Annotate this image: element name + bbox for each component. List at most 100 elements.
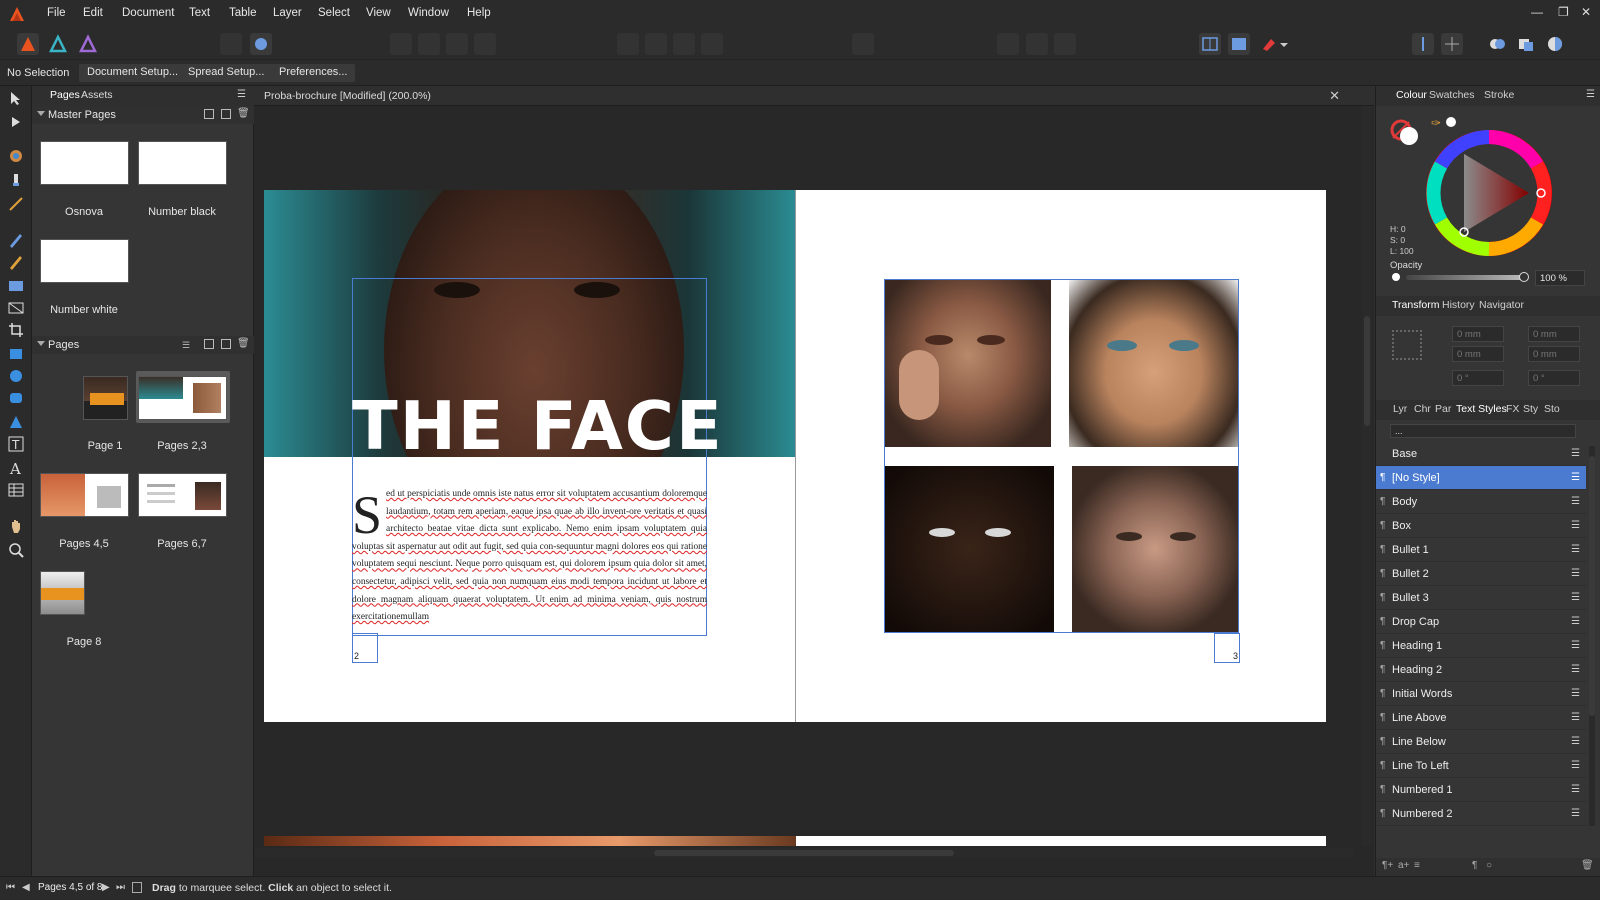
close-window-icon[interactable]: ✕ — [1581, 5, 1591, 19]
page-number-frame-left[interactable]: 2 — [352, 633, 378, 663]
boolean-subtract-icon[interactable] — [1515, 33, 1537, 55]
fill-stroke-swatch[interactable] — [1389, 116, 1423, 150]
style-row[interactable]: ¶ Heading 1 ☰ — [1376, 634, 1586, 658]
style-row[interactable]: ¶ Numbered 1 ☰ — [1376, 778, 1586, 802]
tab-fx[interactable]: FX — [1506, 403, 1519, 415]
opacity-slider[interactable] — [1406, 275, 1524, 280]
menu-table[interactable]: Table — [229, 7, 257, 19]
tab-transform[interactable]: Transform — [1392, 299, 1439, 311]
style-menu-icon[interactable]: ☰ — [1571, 544, 1580, 555]
style-row[interactable]: Base ☰ — [1376, 442, 1586, 466]
designer-persona-icon[interactable] — [47, 33, 69, 55]
page-thumb[interactable] — [40, 571, 85, 615]
style-row[interactable]: ¶ Bullet 1 ☰ — [1376, 538, 1586, 562]
menu-view[interactable]: View — [366, 7, 391, 19]
tab-paragraph[interactable]: Par — [1435, 403, 1451, 415]
arrange-back-icon[interactable] — [390, 33, 412, 55]
duplicate-master-icon[interactable] — [221, 109, 231, 119]
style-menu-icon[interactable]: ☰ — [1571, 688, 1580, 699]
menu-document[interactable]: Document — [122, 7, 174, 19]
zoom-tool-icon[interactable] — [8, 542, 24, 558]
preflight-icon[interactable] — [250, 33, 272, 55]
table-tool-icon[interactable] — [8, 482, 24, 498]
frame-text-tool-icon[interactable]: T — [8, 436, 24, 452]
last-page-icon[interactable]: ⏭ — [116, 882, 125, 893]
portrait-freckles[interactable] — [885, 280, 1051, 447]
opacity-value-field[interactable]: 100 % — [1535, 270, 1585, 286]
horizontal-scrollbar[interactable] — [254, 848, 1354, 858]
style-menu-icon[interactable]: ☰ — [1571, 784, 1580, 795]
clear-style-icon[interactable]: ○ — [1486, 860, 1492, 871]
boolean-intersect-icon[interactable] — [1544, 33, 1566, 55]
align-center-icon[interactable] — [645, 33, 667, 55]
pages-section-header[interactable]: Pages ☰ 🗑 — [32, 336, 254, 354]
tab-character[interactable]: Chr — [1414, 403, 1431, 415]
document-tab[interactable]: Proba-brochure [Modified] (200.0%) ✕ — [254, 86, 1374, 106]
style-menu-icon[interactable]: ☰ — [1571, 496, 1580, 507]
menu-file[interactable]: File — [47, 7, 66, 19]
tab-stock[interactable]: Sto — [1544, 403, 1560, 415]
master-page-thumb[interactable] — [40, 239, 129, 283]
align-top-icon[interactable] — [701, 33, 723, 55]
page-options-icon[interactable] — [132, 882, 142, 893]
menu-window[interactable]: Window — [408, 7, 449, 19]
opacity-slider-handle[interactable] — [1519, 272, 1529, 282]
apply-style-icon[interactable]: ¶ — [1472, 860, 1477, 871]
first-page-icon[interactable]: ⏮ — [6, 882, 15, 893]
master-page-thumb[interactable] — [138, 141, 227, 185]
picture-frame-icon[interactable] — [1054, 33, 1076, 55]
tab-styles[interactable]: Sty — [1523, 403, 1538, 415]
collapse-triangle-icon[interactable] — [37, 111, 45, 116]
next-page-icon[interactable]: ▶ — [102, 882, 110, 893]
style-row[interactable]: ¶ Initial Words ☰ — [1376, 682, 1586, 706]
style-list-scroll-thumb[interactable] — [1589, 456, 1595, 716]
place-image-icon[interactable] — [220, 33, 242, 55]
y-position-field[interactable]: 0 mm — [1452, 346, 1504, 362]
vertical-scroll-thumb[interactable] — [1364, 316, 1370, 426]
style-menu-icon[interactable]: ☰ — [1571, 568, 1580, 579]
style-row[interactable]: ¶ Box ☰ — [1376, 514, 1586, 538]
move-tool-icon[interactable] — [8, 90, 24, 106]
page-thumb[interactable] — [83, 376, 128, 420]
rectangle-tool-icon[interactable] — [8, 346, 24, 362]
view-mode-icon[interactable] — [1199, 33, 1221, 55]
frame-tool-icon[interactable] — [8, 300, 24, 316]
crop-tool-icon[interactable] — [8, 322, 24, 338]
page-thumb[interactable] — [138, 376, 227, 420]
new-character-style-icon[interactable]: a+ — [1398, 860, 1409, 871]
panel-menu-icon[interactable]: ☰ — [237, 89, 246, 100]
tab-colour[interactable]: Colour — [1396, 89, 1427, 101]
spread-setup-button[interactable]: Spread Setup... — [180, 64, 273, 82]
portrait-blue-eyes[interactable] — [1069, 280, 1238, 447]
panel-menu-icon[interactable]: ☰ — [1586, 89, 1595, 100]
ellipse-frame-icon[interactable] — [1026, 33, 1048, 55]
body-text-frame[interactable]: S ed ut perspiciatis unde omnis iste nat… — [352, 486, 707, 636]
delete-master-icon[interactable]: 🗑 — [237, 108, 250, 119]
insert-master-icon[interactable] — [204, 109, 214, 119]
arrange-backward-icon[interactable] — [418, 33, 440, 55]
width-field[interactable]: 0 mm — [1528, 326, 1580, 342]
tab-swatches[interactable]: Swatches — [1429, 89, 1475, 101]
vertical-scrollbar[interactable] — [1362, 106, 1372, 846]
menu-text[interactable]: Text — [189, 7, 210, 19]
style-row[interactable]: ¶ Bullet 3 ☰ — [1376, 586, 1586, 610]
close-document-icon[interactable]: ✕ — [1329, 88, 1340, 104]
style-menu-icon[interactable]: ☰ — [1571, 520, 1580, 531]
page-options-icon[interactable]: ☰ — [182, 340, 190, 351]
text-frame-view-icon[interactable] — [1228, 33, 1250, 55]
style-search-field[interactable]: ... — [1390, 424, 1576, 438]
style-row[interactable]: ¶ [No Style] ☰ — [1376, 466, 1586, 490]
page-thumb[interactable] — [40, 473, 129, 517]
frame-icon[interactable] — [997, 33, 1019, 55]
portrait-dark-skin[interactable] — [885, 466, 1054, 632]
portrait-short-hair[interactable] — [1072, 466, 1238, 632]
style-menu-icon[interactable]: ☰ — [1571, 808, 1580, 819]
pencil-tool-icon[interactable] — [8, 254, 24, 270]
style-list-scrollbar[interactable] — [1589, 446, 1595, 826]
master-pages-header[interactable]: Master Pages 🗑 — [32, 106, 254, 124]
style-row[interactable]: ¶ Line To Left ☰ — [1376, 754, 1586, 778]
guides-icon[interactable] — [1441, 33, 1463, 55]
page-number-frame-right[interactable]: 3 — [1214, 633, 1240, 663]
document-setup-button[interactable]: Document Setup... — [79, 64, 187, 82]
pen-tool-icon[interactable] — [8, 232, 24, 248]
